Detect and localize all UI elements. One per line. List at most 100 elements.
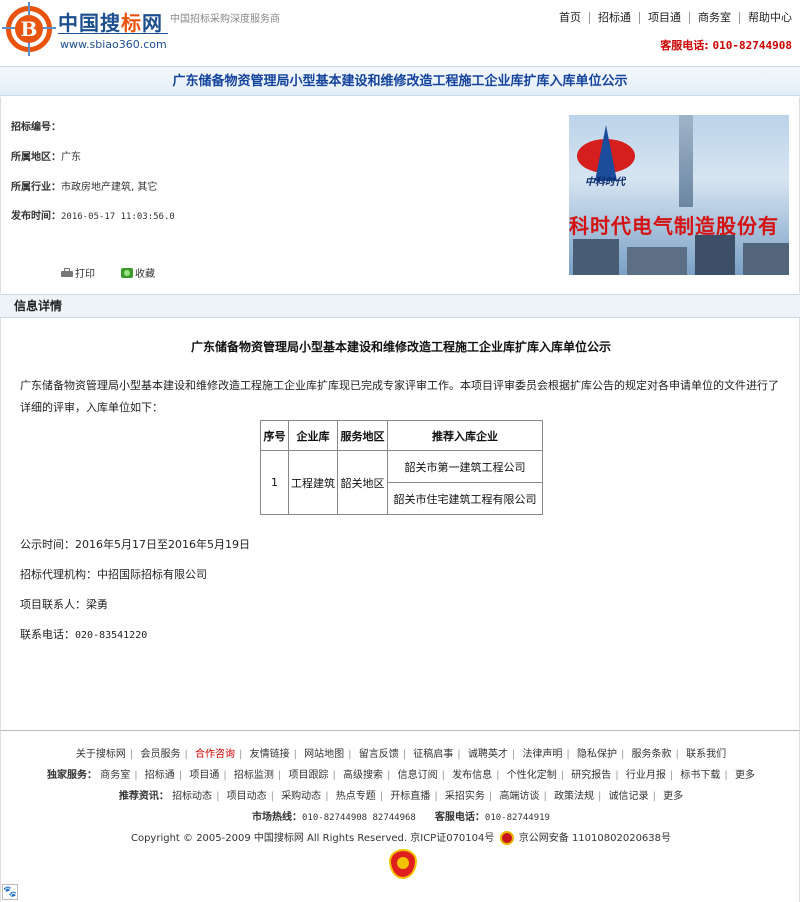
- ad-banner[interactable]: 中科时代 科时代电气制造股份有: [569, 115, 789, 275]
- footer-link-about[interactable]: 关于搜标网: [76, 749, 126, 760]
- recommend-link[interactable]: 热点专题: [336, 791, 376, 802]
- ad-building-graphic: [743, 243, 789, 275]
- exclusive-link[interactable]: 行业月报: [626, 770, 666, 781]
- table-header-row: 序号 企业库 服务地区 推荐入库企业: [260, 420, 543, 451]
- exclusive-link[interactable]: 标书下载: [680, 770, 720, 781]
- cell-no: 1: [260, 450, 289, 515]
- footer-link-submission[interactable]: 征稿启事: [413, 749, 453, 760]
- recommend-link[interactable]: 采购动态: [281, 791, 321, 802]
- service-label: 客服电话：: [434, 812, 485, 823]
- exclusive-link[interactable]: 商务室: [100, 770, 130, 781]
- nav-projects[interactable]: 项目通: [639, 12, 689, 24]
- favorite-label: 收藏: [135, 269, 155, 280]
- exclusive-link[interactable]: 项目通: [189, 770, 219, 781]
- service-hotline: 客服电话: 010-82744908: [660, 37, 792, 53]
- service-number: 010-82744919: [484, 813, 550, 823]
- recommend-link[interactable]: 高端访谈: [499, 791, 539, 802]
- period-line: 公示时间：2016年5月17日至2016年5月19日: [20, 536, 250, 552]
- agency-line: 招标代理机构：中招国际招标有限公司: [20, 566, 207, 582]
- recommend-link[interactable]: 更多: [663, 791, 683, 802]
- footer-link-legal[interactable]: 法律声明: [522, 749, 562, 760]
- nav-bidding[interactable]: 招标通: [589, 12, 639, 24]
- brand-highlight: 标: [121, 11, 142, 35]
- brand-name[interactable]: 中国搜标网: [58, 7, 163, 36]
- table-row: 1 工程建筑 韶关地区 韶关市第一建筑工程公司: [260, 450, 543, 515]
- police-record[interactable]: 京公网安备 11010802020638号: [519, 833, 671, 844]
- footer-link-member[interactable]: 会员服务: [140, 749, 180, 760]
- hotline-number: 010-82744908: [712, 39, 792, 52]
- recommend-link[interactable]: 项目动态: [227, 791, 267, 802]
- agency-label: 招标代理机构：: [20, 568, 97, 581]
- footer-link-cooperation[interactable]: 合作咨询: [195, 749, 235, 760]
- site-footer: 关于搜标网 | 会员服务 | 合作咨询 | 友情链接 | 网站地图 | 留言反馈 | 征稿启…: [0, 730, 800, 902]
- brand-url[interactable]: www.sbiao360.com: [60, 38, 167, 51]
- phone-label: 联系电话：: [20, 628, 75, 641]
- footer-link-terms[interactable]: 服务条款: [632, 749, 672, 760]
- region-label: 所属地区：: [11, 152, 61, 163]
- result-table: 序号 企业库 服务地区 推荐入库企业 1 工程建筑 韶关地区 韶关市第一建筑工程…: [260, 420, 543, 515]
- section-title: 信息详情: [14, 299, 63, 313]
- contact-label: 项目联系人：: [20, 598, 86, 611]
- recommend-link[interactable]: 采招实务: [445, 791, 485, 802]
- col-header-no: 序号: [260, 420, 289, 451]
- exclusive-link[interactable]: 发布信息: [452, 770, 492, 781]
- industry-row: 所属行业：市政房地产建筑, 其它: [11, 178, 157, 193]
- industry-label: 所属行业：: [11, 182, 61, 193]
- paw-icon[interactable]: 🐾: [2, 884, 18, 900]
- period-value: 2016年5月17日至2016年5月19日: [75, 538, 250, 551]
- police-badge-icon: [499, 831, 514, 845]
- nav-help[interactable]: 帮助中心: [739, 12, 800, 24]
- cell-area: 韶关地区: [337, 450, 388, 515]
- site-header: B 中国搜标网 www.sbiao360.com 中国招标采购深度服务商 首页 …: [0, 0, 800, 66]
- trust-badge-icon[interactable]: [389, 849, 417, 881]
- footer-link-privacy[interactable]: 隐私保护: [577, 749, 617, 760]
- print-icon: [61, 267, 73, 278]
- period-label: 公示时间：: [20, 538, 75, 551]
- ad-slogan: 科时代电气制造股份有: [569, 214, 779, 238]
- ad-building-graphic: [627, 247, 687, 275]
- cell-company: 韶关市住宅建筑工程有限公司: [387, 482, 543, 515]
- nav-home[interactable]: 首页: [551, 12, 589, 24]
- exclusive-link[interactable]: 研究报告: [571, 770, 611, 781]
- market-numbers: 010-82744908 82744968: [302, 813, 416, 823]
- footer-link-jobs[interactable]: 诚聘英才: [468, 749, 508, 760]
- recommend-link[interactable]: 政策法规: [554, 791, 594, 802]
- favorite-icon: [121, 267, 133, 278]
- agency-value: 中招国际招标有限公司: [97, 568, 207, 581]
- phone-value: 020-83541220: [75, 630, 148, 641]
- region-value: 广东: [61, 152, 81, 163]
- print-button[interactable]: 打印: [61, 265, 95, 280]
- footer-hotlines: 市场热线：010-82744908 82744968 客服电话：010-8274…: [1, 808, 800, 823]
- footer-links: 关于搜标网 | 会员服务 | 合作咨询 | 友情链接 | 网站地图 | 留言反馈 | 征稿启…: [75, 749, 727, 760]
- recommend-label: 推荐资讯：: [118, 791, 169, 802]
- logo-icon[interactable]: B: [2, 2, 56, 56]
- footer-link-friends[interactable]: 友情链接: [250, 749, 290, 760]
- recommend-link[interactable]: 招标动态: [172, 791, 212, 802]
- exclusive-link[interactable]: 招标监测: [234, 770, 274, 781]
- footer-link-feedback[interactable]: 留言反馈: [359, 749, 399, 760]
- exclusive-label: 独家服务：: [47, 770, 98, 781]
- exclusive-link[interactable]: 个性化定制: [507, 770, 557, 781]
- col-header-company: 推荐入库企业: [387, 420, 543, 451]
- section-header: 信息详情: [0, 294, 800, 318]
- exclusive-link[interactable]: 更多: [735, 770, 755, 781]
- notice-content: 广东储备物资管理局小型基本建设和维修改造工程施工企业库扩库入库单位公示 广东储备…: [0, 318, 800, 730]
- top-nav: 首页 招标通 项目通 商务室 帮助中心: [551, 12, 800, 24]
- document-paragraph: 广东储备物资管理局小型基本建设和维修改造工程施工企业库扩库现已完成专家评审工作。…: [20, 379, 779, 414]
- footer-link-sitemap[interactable]: 网站地图: [304, 749, 344, 760]
- favorite-button[interactable]: 收藏: [121, 265, 155, 280]
- recommend-link[interactable]: 诚信记录: [609, 791, 649, 802]
- recommend-link[interactable]: 开标直播: [390, 791, 430, 802]
- page-title: 广东储备物资管理局小型基本建设和维修改造工程施工企业库扩库入库单位公示: [0, 66, 800, 96]
- ad-building-graphic: [695, 235, 735, 275]
- exclusive-link[interactable]: 招标通: [145, 770, 175, 781]
- exclusive-link[interactable]: 高级搜索: [343, 770, 383, 781]
- exclusive-link[interactable]: 项目跟踪: [288, 770, 328, 781]
- exclusive-link[interactable]: 信息订阅: [398, 770, 438, 781]
- publish-time-value: 2016-05-17 11:03:56.0: [61, 212, 175, 222]
- footer-link-contact[interactable]: 联系我们: [686, 749, 726, 760]
- cell-library: 工程建筑: [288, 450, 338, 515]
- industry-value: 市政房地产建筑, 其它: [61, 182, 158, 193]
- brand-suffix: 网: [142, 11, 163, 35]
- nav-business[interactable]: 商务室: [689, 12, 739, 24]
